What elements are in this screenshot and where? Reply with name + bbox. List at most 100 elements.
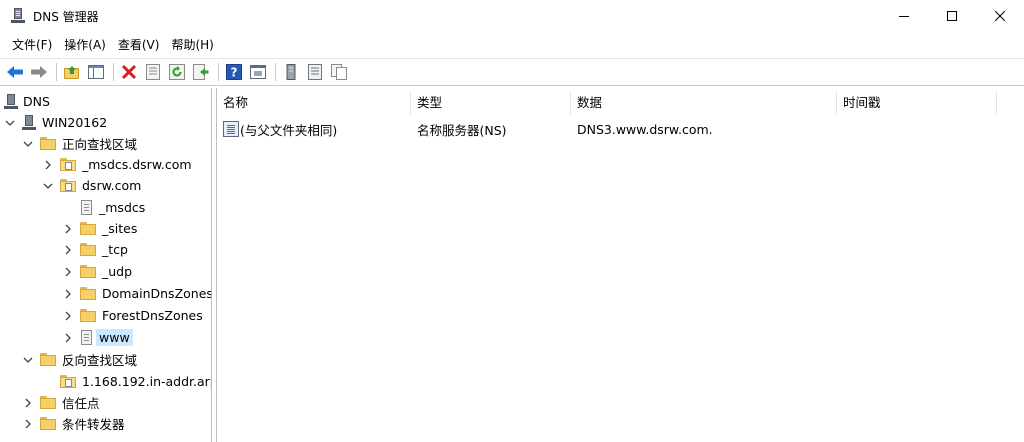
tree-item-trust-points[interactable]: 信任点 — [22, 392, 100, 413]
zone-icon — [60, 179, 76, 192]
zone-icon — [60, 375, 76, 388]
tree-item-server[interactable]: WIN20162 — [4, 112, 107, 133]
tree-item-label: www — [96, 329, 133, 346]
close-icon — [994, 10, 1006, 22]
chevron-right-icon[interactable] — [42, 159, 54, 171]
tree-item-msdcs-zone[interactable]: _msdcs.dsrw.com — [42, 154, 192, 175]
menu-file[interactable]: 文件(F) — [6, 34, 58, 56]
back-button[interactable] — [4, 61, 26, 83]
tree-item-label: dsrw.com — [82, 178, 142, 193]
tree-item-sites[interactable]: _sites — [62, 218, 137, 239]
forward-button[interactable] — [28, 61, 50, 83]
list-icon — [308, 64, 322, 80]
console-icon — [250, 65, 266, 79]
forward-icon — [31, 66, 47, 78]
console-tree[interactable]: DNS WIN20162 正向查找区域 _msdcs.dsrw.com dsrw… — [0, 88, 212, 442]
tree-item-label: _udp — [102, 264, 133, 279]
record-type: 名称服务器(NS) — [417, 122, 507, 138]
delete-icon — [121, 64, 137, 80]
window-controls — [880, 0, 1024, 32]
cell-name: (与父文件夹相同) — [217, 120, 411, 139]
up-folder-button[interactable] — [61, 61, 83, 83]
tree-item-label: 1.168.192.in-addr.arpa — [82, 374, 212, 389]
up-folder-icon — [64, 66, 79, 79]
help-button[interactable]: ? — [223, 61, 245, 83]
tree-item-udp[interactable]: _udp — [62, 261, 132, 282]
chevron-down-icon[interactable] — [22, 354, 34, 366]
tree-item-conditional-forwarders[interactable]: 条件转发器 — [22, 413, 125, 434]
folder-icon — [40, 137, 56, 150]
tree-item-msdcs[interactable]: _msdcs — [80, 197, 145, 218]
properties-button[interactable] — [142, 61, 164, 83]
folder-icon — [80, 265, 96, 278]
records-list[interactable]: 名称 类型 数据 时间戳 (与父文件夹相同) 名称服务器(NS) DNS3.ww… — [216, 88, 1024, 442]
tree-item-reverse-zones[interactable]: 反向查找区域 — [22, 349, 137, 370]
tree-item-label: ForestDnsZones — [102, 308, 203, 323]
tree-item-label: 信任点 — [62, 396, 100, 411]
record-data: DNS3.www.dsrw.com. — [577, 121, 713, 137]
server-icon — [286, 64, 296, 80]
toolbar-separator — [275, 63, 276, 81]
toolbar-separator — [56, 63, 57, 81]
back-icon — [7, 66, 23, 78]
chevron-right-icon[interactable] — [62, 266, 74, 278]
delete-button[interactable] — [118, 61, 140, 83]
maximize-icon — [947, 11, 957, 21]
minimize-button[interactable] — [880, 0, 928, 32]
column-header-name[interactable]: 名称 — [217, 91, 411, 115]
tree-item-forward-zones[interactable]: 正向查找区域 — [22, 133, 137, 154]
chevron-right-icon[interactable] — [62, 244, 74, 256]
tree-item-dns[interactable]: DNS — [4, 91, 50, 112]
record-icon — [223, 121, 239, 137]
toolbar-separator — [113, 63, 114, 81]
chevron-right-icon[interactable] — [62, 310, 74, 322]
console-button[interactable] — [247, 61, 269, 83]
delegation-icon — [80, 330, 93, 345]
menu-help[interactable]: 帮助(H) — [165, 34, 219, 56]
chevron-down-icon[interactable] — [22, 138, 34, 150]
list-button[interactable] — [304, 61, 326, 83]
menu-bar: 文件(F) 操作(A) 查看(V) 帮助(H) — [0, 34, 220, 56]
column-header-timestamp[interactable]: 时间戳 — [837, 91, 997, 115]
help-icon: ? — [226, 64, 242, 80]
tree-item-reverse-zone[interactable]: 1.168.192.in-addr.arpa — [60, 371, 212, 392]
tree-item-label: _msdcs — [99, 200, 146, 215]
refresh-button[interactable] — [166, 61, 188, 83]
column-header-type[interactable]: 类型 — [411, 91, 571, 115]
folder-icon — [40, 396, 56, 409]
window-title: DNS 管理器 — [33, 9, 99, 24]
chevron-right-icon[interactable] — [62, 332, 74, 344]
tree-item-tcp[interactable]: _tcp — [62, 239, 128, 260]
toolbar: ? — [0, 58, 1024, 86]
export-list-button[interactable] — [190, 61, 212, 83]
zone-icon — [60, 158, 76, 171]
toolbar-separator — [218, 63, 219, 81]
tree-item-domaindnszones[interactable]: DomainDnsZones — [62, 283, 212, 304]
properties-icon — [146, 64, 160, 80]
column-header-data[interactable]: 数据 — [571, 91, 837, 115]
list-header: 名称 类型 数据 时间戳 — [217, 91, 1024, 115]
tree-item-label: DomainDnsZones — [102, 286, 212, 301]
close-button[interactable] — [976, 0, 1024, 32]
copy-button[interactable] — [328, 61, 350, 83]
maximize-button[interactable] — [928, 0, 976, 32]
chevron-right-icon[interactable] — [22, 418, 34, 430]
table-row[interactable]: (与父文件夹相同) 名称服务器(NS) DNS3.www.dsrw.com. — [217, 118, 997, 140]
menu-action[interactable]: 操作(A) — [58, 34, 112, 56]
tree-item-dsrw-zone[interactable]: dsrw.com — [42, 175, 141, 196]
tree-item-www[interactable]: www — [62, 327, 133, 348]
folder-icon — [80, 243, 96, 256]
chevron-right-icon[interactable] — [22, 397, 34, 409]
server-button[interactable] — [280, 61, 302, 83]
tree-item-forestdnszones[interactable]: ForestDnsZones — [62, 305, 203, 326]
tree-item-label: _tcp — [102, 242, 128, 257]
folder-icon — [40, 417, 56, 430]
export-icon — [193, 64, 209, 80]
menu-view[interactable]: 查看(V) — [112, 34, 166, 56]
chevron-down-icon[interactable] — [4, 117, 16, 129]
chevron-down-icon[interactable] — [42, 180, 54, 192]
chevron-right-icon[interactable] — [62, 288, 74, 300]
chevron-right-icon[interactable] — [62, 223, 74, 235]
dns-app-icon — [11, 8, 25, 24]
show-hide-tree-button[interactable] — [85, 61, 107, 83]
